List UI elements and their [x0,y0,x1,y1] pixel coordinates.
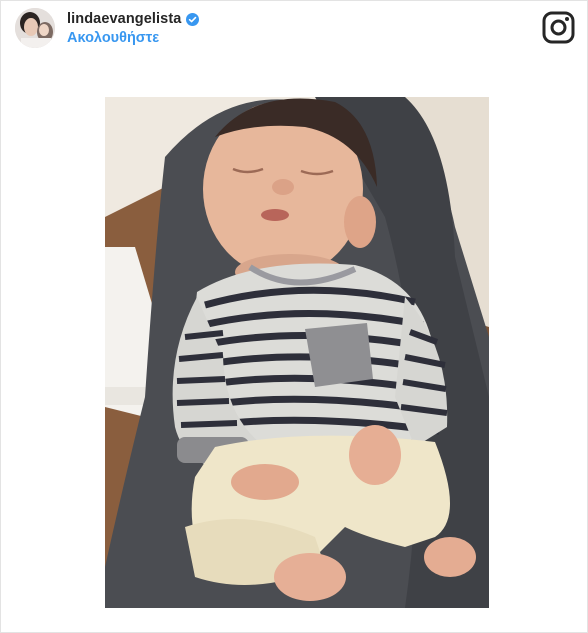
verified-badge-icon [186,12,200,26]
user-info: lindaevangelista Ακολουθήστε [67,11,200,46]
instagram-embed: lindaevangelista Ακολουθήστε [0,0,588,633]
username[interactable]: lindaevangelista [67,11,181,27]
post-photo[interactable] [105,97,489,608]
instagram-icon[interactable] [542,11,575,44]
post-header: lindaevangelista Ακολουθήστε [1,1,587,59]
avatar[interactable] [15,8,55,48]
username-row: lindaevangelista [67,11,200,27]
follow-button[interactable]: Ακολουθήστε [67,30,199,46]
